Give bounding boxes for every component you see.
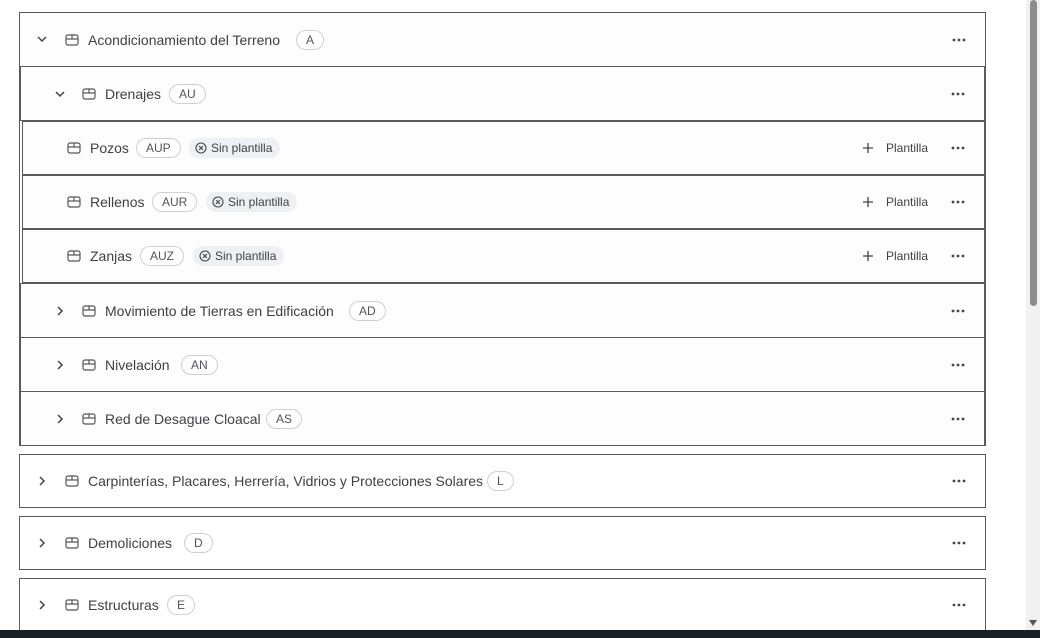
add-template-label: Plantilla (886, 195, 929, 209)
group-card-a: Acondicionamiento del Terreno A Drenajes… (19, 12, 986, 446)
group-code-badge: E (167, 595, 196, 615)
circle-x-icon (212, 196, 224, 208)
item-label: Zanjas (90, 248, 133, 264)
chevron-right-icon[interactable] (34, 535, 50, 551)
group-card-e[interactable]: Estructuras E (19, 578, 986, 632)
subgroup-label: Movimiento de Tierras en Edificación (105, 303, 334, 319)
ellipsis-icon[interactable] (948, 359, 968, 371)
chevron-right-icon[interactable] (34, 597, 50, 613)
group-code-badge: L (487, 471, 514, 491)
subgroup-label: Drenajes (105, 86, 162, 102)
add-template-button[interactable]: Plantilla (862, 195, 928, 209)
box-icon (82, 413, 96, 425)
subgroup-code-badge: AU (169, 84, 206, 104)
box-icon (82, 88, 96, 100)
plus-icon (863, 143, 873, 153)
chevron-down-icon[interactable] (34, 31, 50, 47)
add-template-button[interactable]: Plantilla (862, 141, 928, 155)
subgroup-code-badge: AN (181, 355, 218, 375)
box-icon (82, 359, 96, 371)
ellipsis-icon[interactable] (948, 305, 968, 317)
item-label: Rellenos (90, 194, 145, 210)
add-template-label: Plantilla (886, 249, 929, 263)
box-icon (82, 305, 96, 317)
box-icon (65, 599, 79, 611)
group-code-badge: A (296, 30, 325, 50)
chevron-right-icon[interactable] (52, 357, 68, 373)
add-template-button[interactable]: Plantilla (862, 249, 928, 263)
plus-icon (863, 197, 873, 207)
item-code-badge: AUP (136, 138, 181, 158)
group-code-badge: D (184, 533, 213, 553)
ellipsis-icon[interactable] (948, 196, 968, 208)
subgroup-row-as[interactable]: Red de Desague Cloacal AS (20, 391, 985, 446)
subgroup-code-badge: AS (266, 409, 303, 429)
category-tree-page: Acondicionamiento del Terreno A Drenajes… (0, 0, 1040, 638)
subgroup-row-au[interactable]: Drenajes AU (20, 66, 985, 121)
group-row-a[interactable]: Acondicionamiento del Terreno A (20, 13, 985, 66)
group-label: Carpinterías, Placares, Herrería, Vidrio… (88, 473, 484, 489)
no-template-label: Sin plantilla (211, 141, 273, 155)
group-card-l[interactable]: Carpinterías, Placares, Herrería, Vidrio… (19, 454, 986, 508)
box-icon (67, 250, 81, 262)
group-label: Demoliciones (88, 535, 173, 551)
box-icon (65, 537, 79, 549)
item-row-aur[interactable]: Rellenos AUR Sin plantilla Plantilla (22, 175, 985, 229)
box-icon (65, 475, 79, 487)
ellipsis-icon[interactable] (949, 34, 969, 46)
subgroup-code-badge: AD (349, 301, 386, 321)
vertical-scrollbar[interactable] (1026, 0, 1040, 630)
ellipsis-icon[interactable] (949, 599, 969, 611)
item-code-badge: AUR (152, 192, 198, 212)
box-icon (67, 142, 81, 154)
group-card-d[interactable]: Demoliciones D (19, 516, 986, 570)
ellipsis-icon[interactable] (949, 537, 969, 549)
box-icon (67, 196, 81, 208)
box-icon (65, 34, 79, 46)
item-label: Pozos (90, 140, 129, 156)
subgroup-label: Nivelación (105, 357, 170, 373)
chevron-right-icon[interactable] (52, 303, 68, 319)
chevron-down-icon[interactable] (52, 86, 68, 102)
item-row-aup[interactable]: Pozos AUP Sin plantilla Plantilla (22, 121, 985, 175)
ellipsis-icon[interactable] (948, 250, 968, 262)
circle-x-icon (195, 142, 207, 154)
circle-x-icon (199, 250, 211, 262)
no-template-label: Sin plantilla (228, 195, 290, 209)
ellipsis-icon[interactable] (948, 88, 968, 100)
item-row-auz[interactable]: Zanjas AUZ Sin plantilla Plantilla (22, 229, 985, 283)
no-template-badge: Sin plantilla (193, 246, 285, 266)
no-template-label: Sin plantilla (215, 249, 277, 263)
ellipsis-icon[interactable] (948, 413, 968, 425)
bottom-edge-bar (0, 630, 1040, 638)
no-template-badge: Sin plantilla (206, 192, 298, 212)
scroll-down-arrow-icon[interactable] (1029, 620, 1037, 626)
chevron-right-icon[interactable] (52, 411, 68, 427)
subgroup-label: Red de Desague Cloacal (105, 411, 261, 427)
no-template-badge: Sin plantilla (189, 138, 281, 158)
ellipsis-icon[interactable] (949, 475, 969, 487)
group-label: Estructuras (88, 597, 159, 613)
group-label: Acondicionamiento del Terreno (88, 32, 280, 48)
item-code-badge: AUZ (140, 246, 184, 266)
subgroup-row-an[interactable]: Nivelación AN (20, 337, 985, 392)
chevron-right-icon[interactable] (34, 473, 50, 489)
add-template-label: Plantilla (886, 141, 929, 155)
ellipsis-icon[interactable] (948, 142, 968, 154)
plus-icon (863, 251, 873, 261)
subgroup-row-ad[interactable]: Movimiento de Tierras en Edificación AD (20, 283, 985, 338)
scrollbar-thumb[interactable] (1030, 0, 1037, 306)
